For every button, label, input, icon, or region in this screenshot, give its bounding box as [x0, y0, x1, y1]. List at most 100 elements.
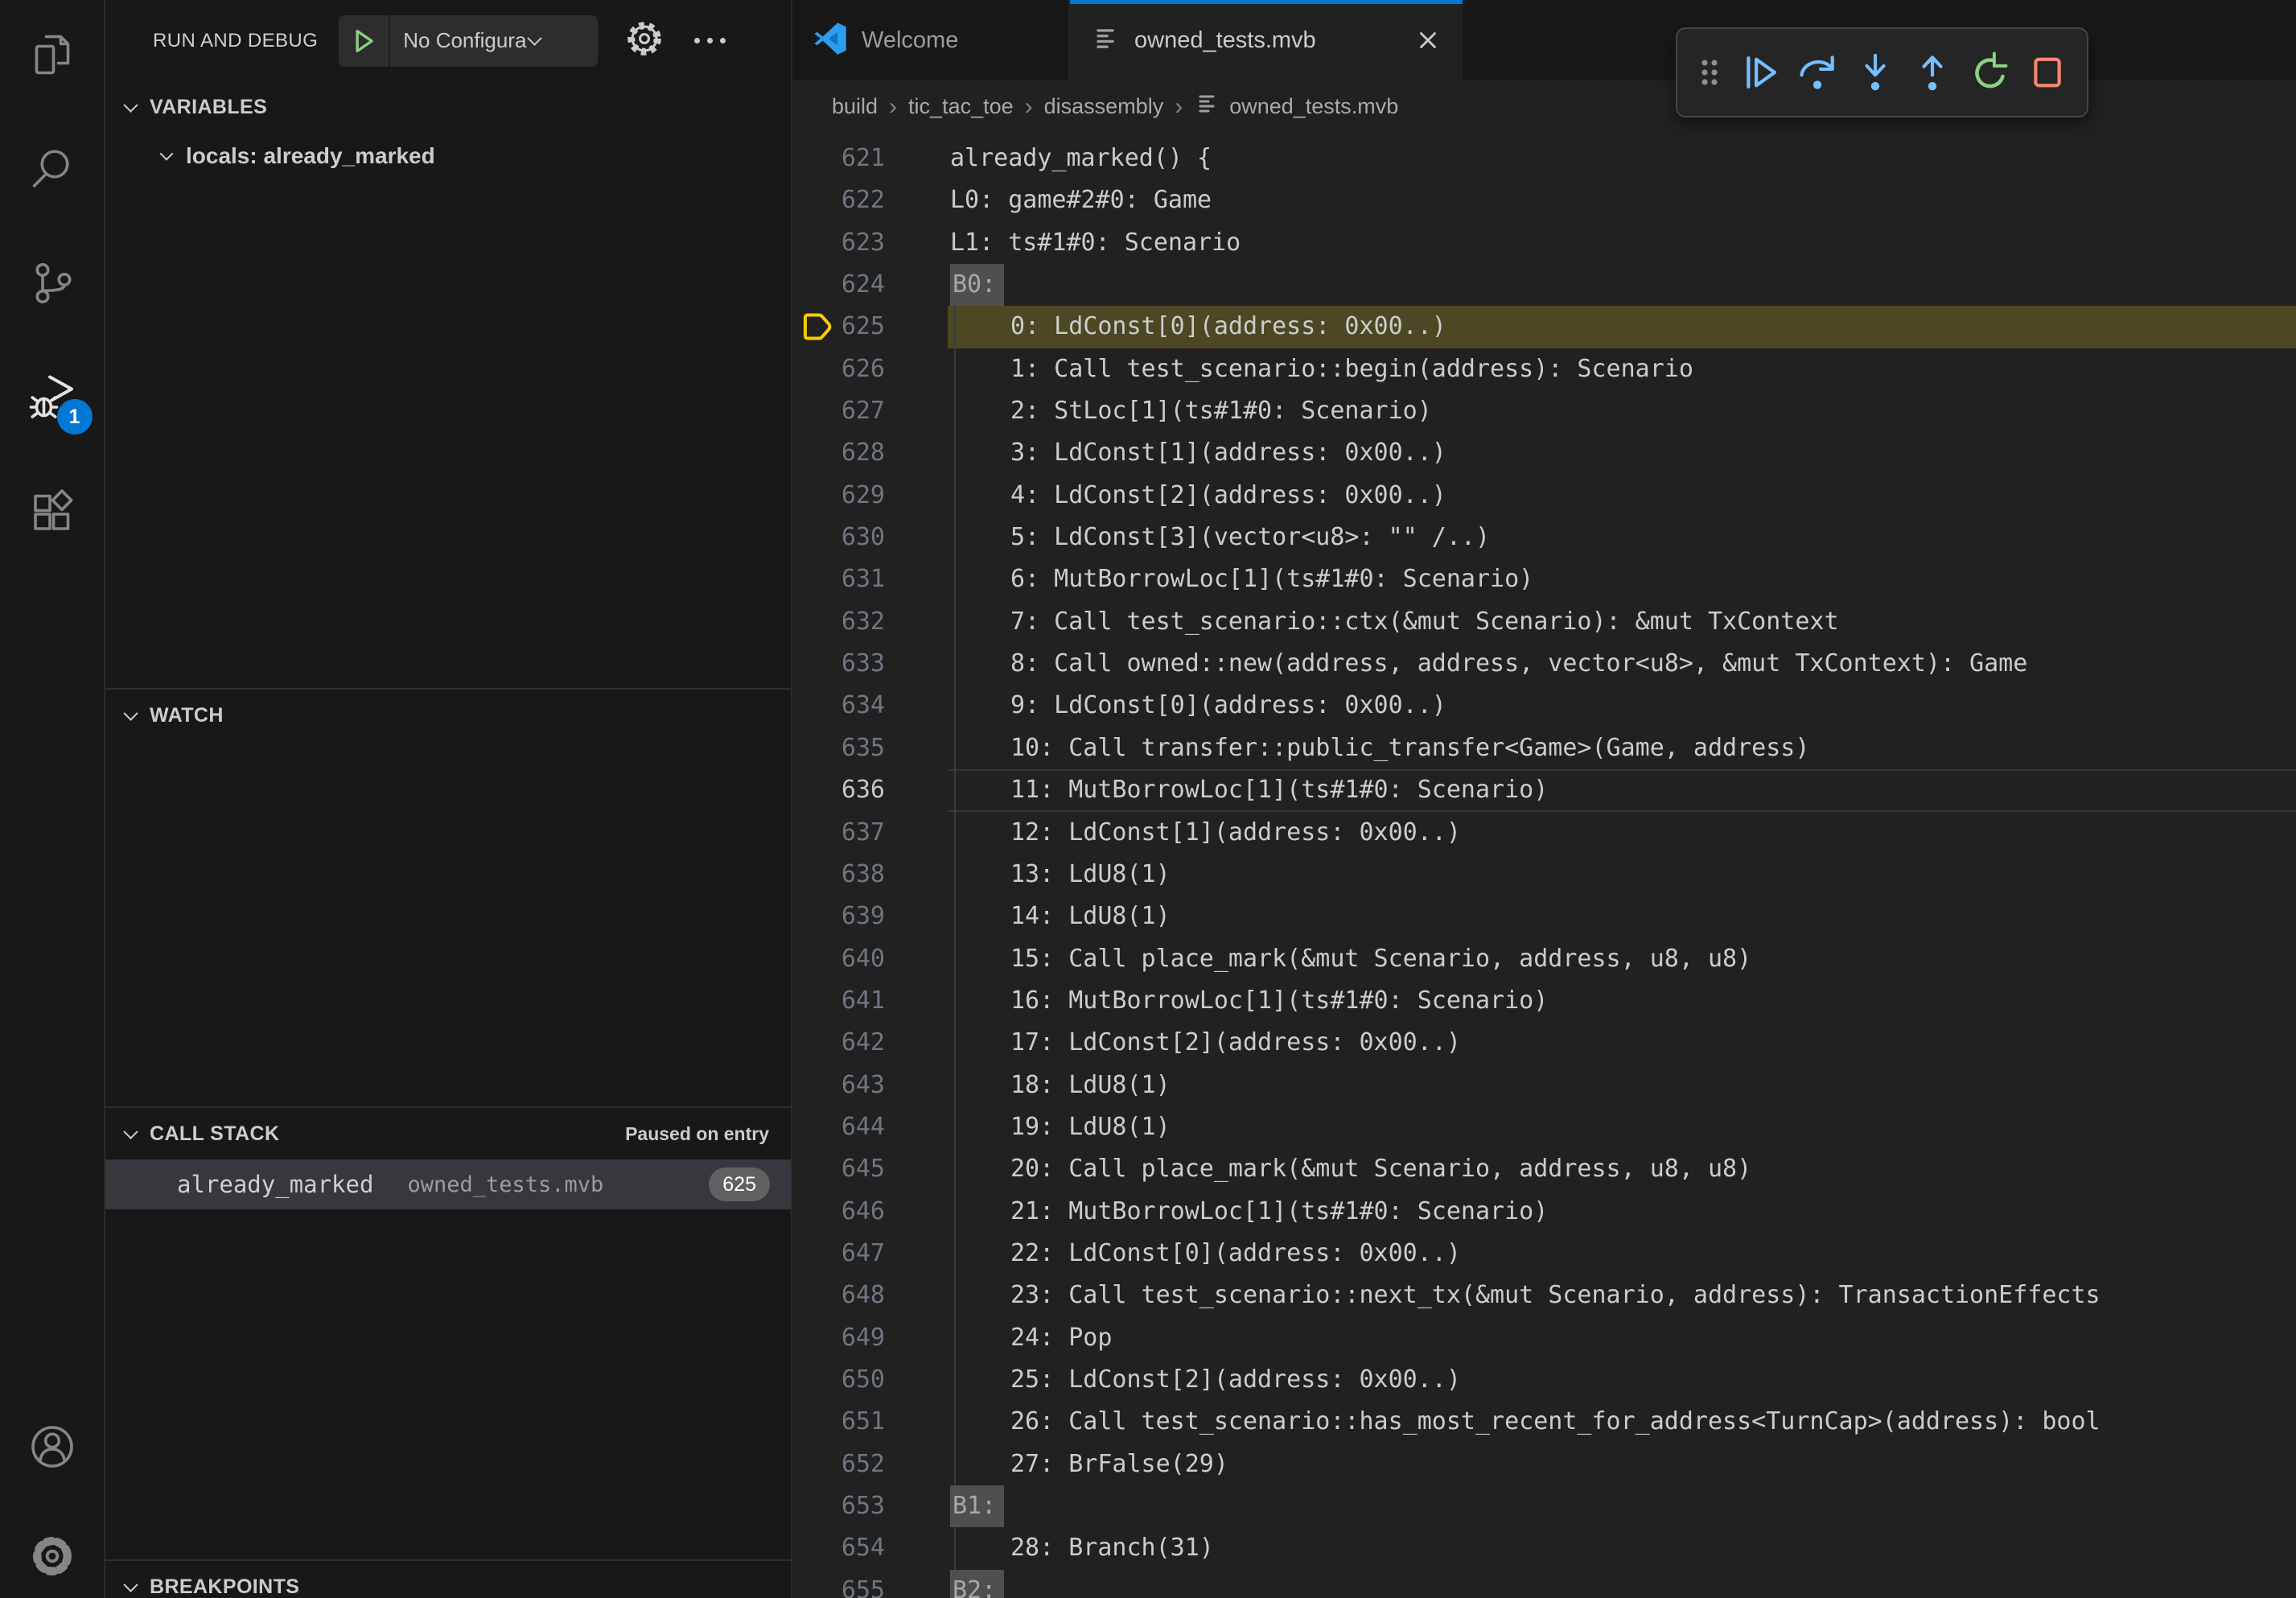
code-line-content[interactable]: 6: MutBorrowLoc[1](ts#1#0: Scenario): [948, 558, 2296, 600]
gutter[interactable]: 646: [792, 1191, 948, 1233]
code-line-content[interactable]: 13: LdU8(1): [948, 854, 2296, 896]
code-line-content[interactable]: already_marked() {: [948, 138, 2296, 179]
breadcrumb-item-disassembly[interactable]: disassembly: [1044, 94, 1164, 119]
gutter[interactable]: 648: [792, 1275, 948, 1316]
step-over-button[interactable]: [1791, 39, 1844, 106]
code-line-content[interactable]: 11: MutBorrowLoc[1](ts#1#0: Scenario): [948, 769, 2296, 811]
code-line-content[interactable]: 28: Branch(31): [948, 1527, 2296, 1569]
gutter[interactable]: 633: [792, 643, 948, 685]
code-line-content[interactable]: 14: LdU8(1): [948, 896, 2296, 937]
debug-settings-gear-button[interactable]: [623, 18, 665, 64]
gutter[interactable]: 628: [792, 432, 948, 474]
gutter[interactable]: 654: [792, 1527, 948, 1569]
gutter[interactable]: 653: [792, 1485, 948, 1527]
gutter[interactable]: 634: [792, 685, 948, 727]
code-line-content[interactable]: 0: LdConst[0](address: 0x00..): [948, 306, 2296, 348]
code-line-content[interactable]: 20: Call place_mark(&mut Scenario, addre…: [948, 1148, 2296, 1190]
gutter[interactable]: 647: [792, 1233, 948, 1275]
code-line-content[interactable]: 10: Call transfer::public_transfer<Game>…: [948, 727, 2296, 769]
code-line-content[interactable]: 24: Pop: [948, 1317, 2296, 1359]
sidebar-item-run-and-debug[interactable]: 1: [19, 365, 86, 433]
gutter[interactable]: 627: [792, 390, 948, 432]
gutter[interactable]: 649: [792, 1317, 948, 1359]
code-line-content[interactable]: B1:: [948, 1485, 2296, 1527]
gutter[interactable]: 629: [792, 475, 948, 517]
breadcrumb-item-tic-tac-toe[interactable]: tic_tac_toe: [908, 94, 1014, 119]
gutter[interactable]: 645: [792, 1148, 948, 1190]
breadcrumb-item-file[interactable]: owned_tests.mvb: [1194, 91, 1398, 122]
code-line-content[interactable]: 25: LdConst[2](address: 0x00..): [948, 1359, 2296, 1401]
code-line-content[interactable]: 9: LdConst[0](address: 0x00..): [948, 685, 2296, 727]
variables-section-header[interactable]: VARIABLES: [105, 81, 791, 133]
configuration-dropdown[interactable]: No Configura: [390, 28, 598, 53]
sidebar-item-explorer[interactable]: [19, 23, 86, 90]
debug-toolbar-drag-handle[interactable]: [1690, 39, 1729, 106]
gutter[interactable]: 641: [792, 980, 948, 1022]
start-debug-button[interactable]: [339, 15, 389, 67]
code-line-content[interactable]: 18: LdU8(1): [948, 1065, 2296, 1106]
code-line-content[interactable]: 2: StLoc[1](ts#1#0: Scenario): [948, 390, 2296, 432]
gutter[interactable]: 652: [792, 1444, 948, 1485]
code-line-content[interactable]: B2:: [948, 1570, 2296, 1598]
accounts-button[interactable]: [19, 1415, 86, 1482]
watch-section-header[interactable]: WATCH: [105, 690, 791, 741]
code-line-content[interactable]: 23: Call test_scenario::next_tx(&mut Sce…: [948, 1275, 2296, 1316]
stack-frame-row[interactable]: already_marked owned_tests.mvb 625: [105, 1159, 791, 1209]
sidebar-item-search[interactable]: [19, 137, 86, 204]
code-line-content[interactable]: 8: Call owned::new(address, address, vec…: [948, 643, 2296, 685]
code-line-content[interactable]: 26: Call test_scenario::has_most_recent_…: [948, 1401, 2296, 1443]
gutter[interactable]: 632: [792, 601, 948, 643]
gutter[interactable]: 644: [792, 1106, 948, 1148]
tab-welcome[interactable]: Welcome: [792, 0, 1070, 80]
settings-button[interactable]: [19, 1524, 86, 1592]
step-into-button[interactable]: [1849, 39, 1902, 106]
code-line-content[interactable]: 5: LdConst[3](vector<u8>: "" /..): [948, 517, 2296, 558]
gutter[interactable]: 642: [792, 1022, 948, 1064]
gutter[interactable]: 624: [792, 264, 948, 306]
gutter[interactable]: 623: [792, 222, 948, 264]
code-line-content[interactable]: 27: BrFalse(29): [948, 1444, 2296, 1485]
gutter[interactable]: 636: [792, 769, 948, 811]
gutter[interactable]: 625: [792, 306, 948, 348]
continue-button[interactable]: [1734, 39, 1787, 106]
code-line-content[interactable]: 17: LdConst[2](address: 0x00..): [948, 1022, 2296, 1064]
gutter[interactable]: 621: [792, 138, 948, 179]
gutter[interactable]: 650: [792, 1359, 948, 1401]
restart-button[interactable]: [1964, 39, 2017, 106]
code-line-content[interactable]: L0: game#2#0: Game: [948, 179, 2296, 221]
code-line-content[interactable]: 12: LdConst[1](address: 0x00..): [948, 812, 2296, 854]
breakpoints-section-header[interactable]: BREAKPOINTS: [105, 1561, 791, 1598]
code-line-content[interactable]: 15: Call place_mark(&mut Scenario, addre…: [948, 938, 2296, 980]
variables-locals-scope[interactable]: locals: already_marked: [105, 133, 791, 179]
more-actions-button[interactable]: [694, 38, 726, 43]
gutter[interactable]: 651: [792, 1401, 948, 1443]
gutter[interactable]: 631: [792, 558, 948, 600]
gutter[interactable]: 655: [792, 1570, 948, 1598]
call-stack-section-header[interactable]: CALL STACK Paused on entry: [105, 1108, 791, 1159]
gutter[interactable]: 626: [792, 348, 948, 390]
step-out-button[interactable]: [1906, 39, 1959, 106]
tab-owned-tests[interactable]: owned_tests.mvb: [1070, 0, 1463, 80]
gutter[interactable]: 622: [792, 179, 948, 221]
sidebar-item-source-control[interactable]: [19, 251, 86, 319]
code-line-content[interactable]: 21: MutBorrowLoc[1](ts#1#0: Scenario): [948, 1191, 2296, 1233]
code-line-content[interactable]: 4: LdConst[2](address: 0x00..): [948, 475, 2296, 517]
gutter[interactable]: 635: [792, 727, 948, 769]
code-line-content[interactable]: 7: Call test_scenario::ctx(&mut Scenario…: [948, 601, 2296, 643]
code-line-content[interactable]: 1: Call test_scenario::begin(address): S…: [948, 348, 2296, 390]
code-line-content[interactable]: 22: LdConst[0](address: 0x00..): [948, 1233, 2296, 1275]
gutter[interactable]: 640: [792, 938, 948, 980]
sidebar-item-extensions[interactable]: [19, 480, 86, 547]
gutter[interactable]: 638: [792, 854, 948, 896]
code-line-content[interactable]: B0:: [948, 264, 2296, 306]
stop-button[interactable]: [2021, 39, 2074, 106]
code-line-content[interactable]: 16: MutBorrowLoc[1](ts#1#0: Scenario): [948, 980, 2296, 1022]
gutter[interactable]: 643: [792, 1065, 948, 1106]
close-tab-icon[interactable]: [1414, 27, 1442, 54]
breadcrumb-item-build[interactable]: build: [832, 94, 878, 119]
code-line-content[interactable]: 19: LdU8(1): [948, 1106, 2296, 1148]
gutter[interactable]: 639: [792, 896, 948, 937]
code-line-content[interactable]: 3: LdConst[1](address: 0x00..): [948, 432, 2296, 474]
gutter[interactable]: 637: [792, 812, 948, 854]
gutter[interactable]: 630: [792, 517, 948, 558]
